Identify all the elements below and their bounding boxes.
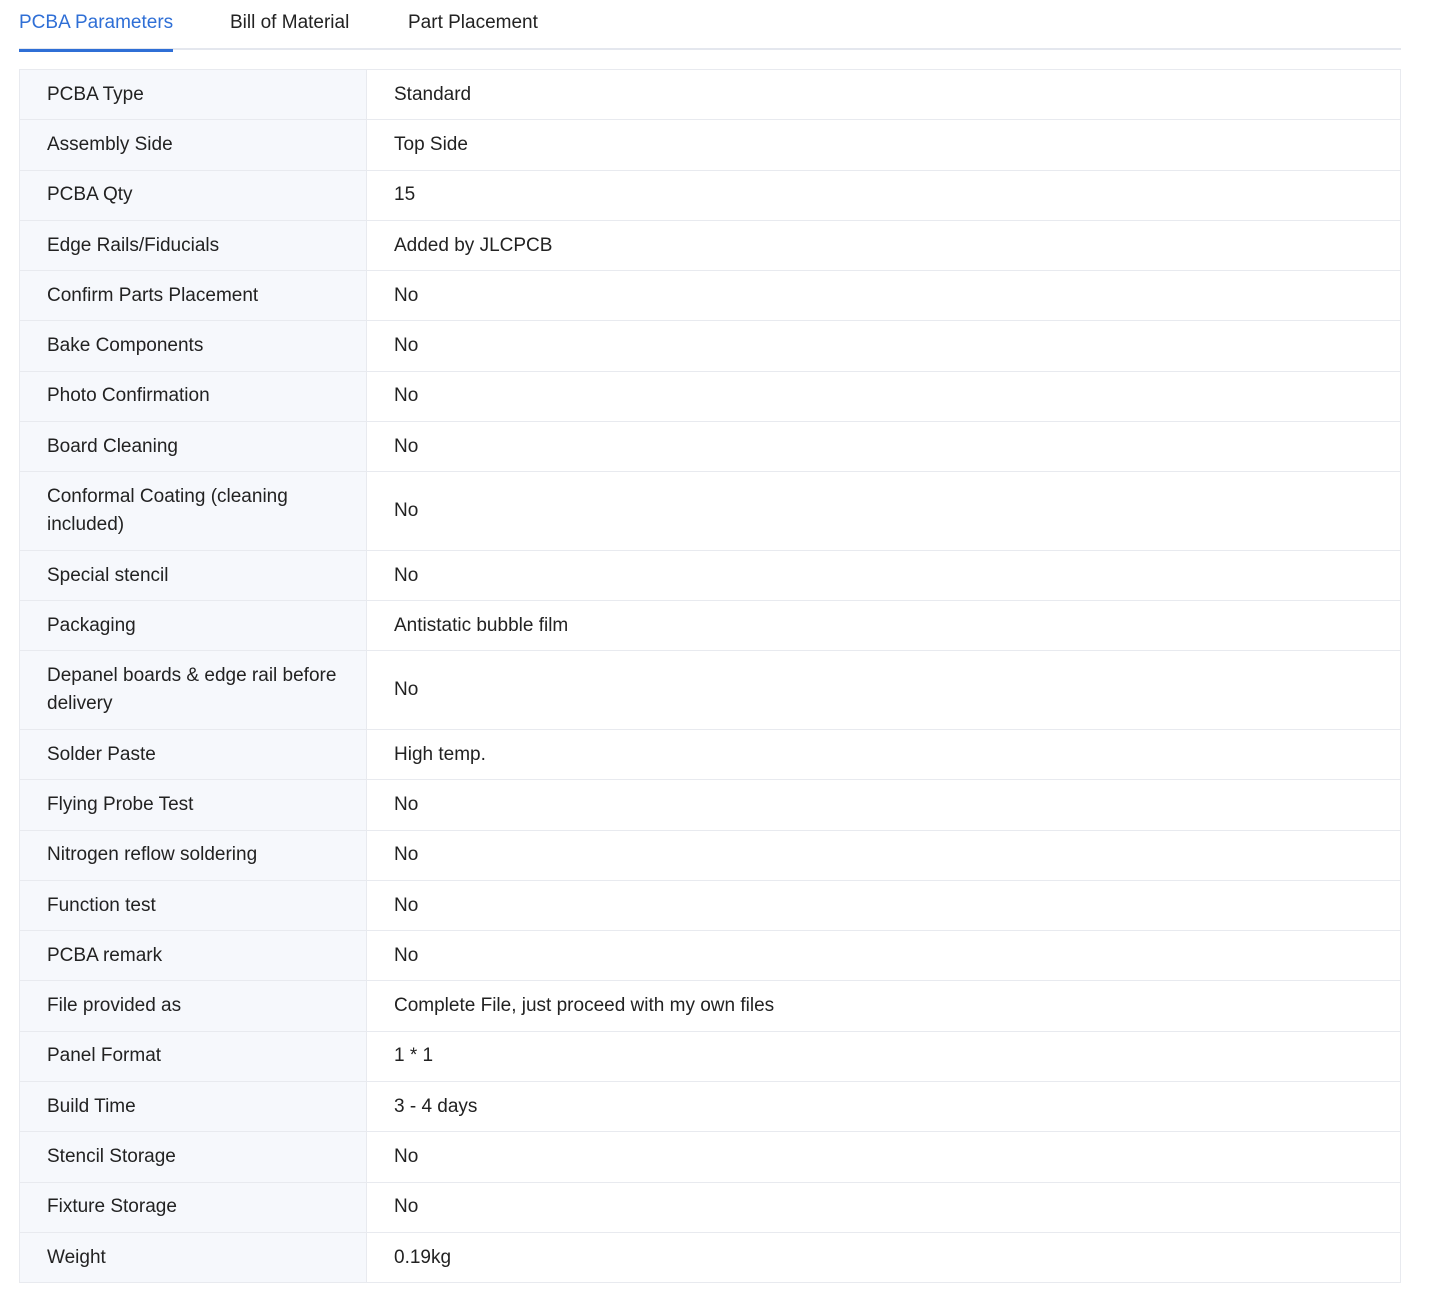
table-row: Bake Components No (19, 320, 1401, 372)
table-row: Weight 0.19kg (19, 1231, 1401, 1284)
param-value: 3 - 4 days (366, 1081, 1401, 1133)
tab-bar: PCBA Parameters Bill of Material Part Pl… (19, 0, 1401, 52)
param-label: Solder Paste (19, 728, 367, 781)
param-value: No (366, 930, 1401, 982)
table-row: Special stencil No (19, 549, 1401, 602)
param-label: Bake Components (19, 320, 367, 372)
param-value: 1 * 1 (366, 1030, 1401, 1083)
param-label: Fixture Storage (19, 1181, 367, 1233)
param-value: No (366, 879, 1401, 932)
param-value: No (366, 779, 1401, 831)
param-label: Conformal Coating (cleaning included) (19, 471, 367, 551)
table-row: Nitrogen reflow soldering No (19, 829, 1401, 881)
table-row: PCBA Type Standard (19, 68, 1401, 121)
param-label: Edge Rails/Fiducials (19, 219, 367, 272)
param-label: Flying Probe Test (19, 779, 367, 831)
table-row: Solder Paste High temp. (19, 728, 1401, 781)
param-value: High temp. (366, 728, 1401, 781)
param-label: Stencil Storage (19, 1131, 367, 1183)
param-label: Function test (19, 879, 367, 932)
param-label: Depanel boards & edge rail before delive… (19, 650, 367, 730)
table-row: Photo Confirmation No (19, 370, 1401, 423)
table-row: Stencil Storage No (19, 1131, 1401, 1183)
table-row: Build Time 3 - 4 days (19, 1081, 1401, 1133)
param-label: Special stencil (19, 549, 367, 602)
table-row: File provided as Complete File, just pro… (19, 980, 1401, 1032)
tab-bill-of-material[interactable]: Bill of Material (230, 0, 349, 50)
param-label: Panel Format (19, 1030, 367, 1083)
param-label: Assembly Side (19, 119, 367, 171)
param-value: No (366, 471, 1401, 551)
param-label: Weight (19, 1231, 367, 1284)
table-row: PCBA Qty 15 (19, 169, 1401, 221)
param-value: 0.19kg (366, 1231, 1401, 1284)
table-row: Fixture Storage No (19, 1181, 1401, 1233)
param-value: 15 (366, 169, 1401, 221)
table-row: Function test No (19, 879, 1401, 932)
table-row: Conformal Coating (cleaning included) No (19, 471, 1401, 551)
param-label: File provided as (19, 980, 367, 1032)
tab-pcba-parameters[interactable]: PCBA Parameters (19, 0, 174, 52)
param-value: No (366, 829, 1401, 881)
param-value: Top Side (366, 119, 1401, 171)
pcba-parameters-table: PCBA Type Standard Assembly Side Top Sid… (19, 68, 1401, 1284)
tab-part-placement[interactable]: Part Placement (408, 0, 538, 50)
param-label: Packaging (19, 600, 367, 652)
param-value: No (366, 421, 1401, 473)
param-label: PCBA Qty (19, 169, 367, 221)
param-label: Photo Confirmation (19, 370, 367, 423)
param-value: Complete File, just proceed with my own … (366, 980, 1401, 1032)
table-row: Confirm Parts Placement No (19, 270, 1401, 322)
param-label: Build Time (19, 1081, 367, 1133)
param-label: PCBA remark (19, 930, 367, 982)
param-label: Confirm Parts Placement (19, 270, 367, 322)
table-row: Depanel boards & edge rail before delive… (19, 650, 1401, 730)
param-value: No (366, 370, 1401, 423)
param-label: Board Cleaning (19, 421, 367, 473)
param-value: No (366, 1181, 1401, 1233)
param-label: Nitrogen reflow soldering (19, 829, 367, 881)
table-row: Panel Format 1 * 1 (19, 1030, 1401, 1083)
table-row: PCBA remark No (19, 930, 1401, 982)
param-value: No (366, 270, 1401, 322)
table-row: Packaging Antistatic bubble film (19, 600, 1401, 652)
param-value: No (366, 549, 1401, 602)
table-row: Edge Rails/Fiducials Added by JLCPCB (19, 219, 1401, 272)
param-label: PCBA Type (19, 68, 367, 121)
table-row: Assembly Side Top Side (19, 119, 1401, 171)
param-value: Standard (366, 68, 1401, 121)
param-value: No (366, 320, 1401, 372)
table-row: Board Cleaning No (19, 421, 1401, 473)
param-value: Antistatic bubble film (366, 600, 1401, 652)
param-value: No (366, 1131, 1401, 1183)
param-value: No (366, 650, 1401, 730)
table-row: Flying Probe Test No (19, 779, 1401, 831)
param-value: Added by JLCPCB (366, 219, 1401, 272)
